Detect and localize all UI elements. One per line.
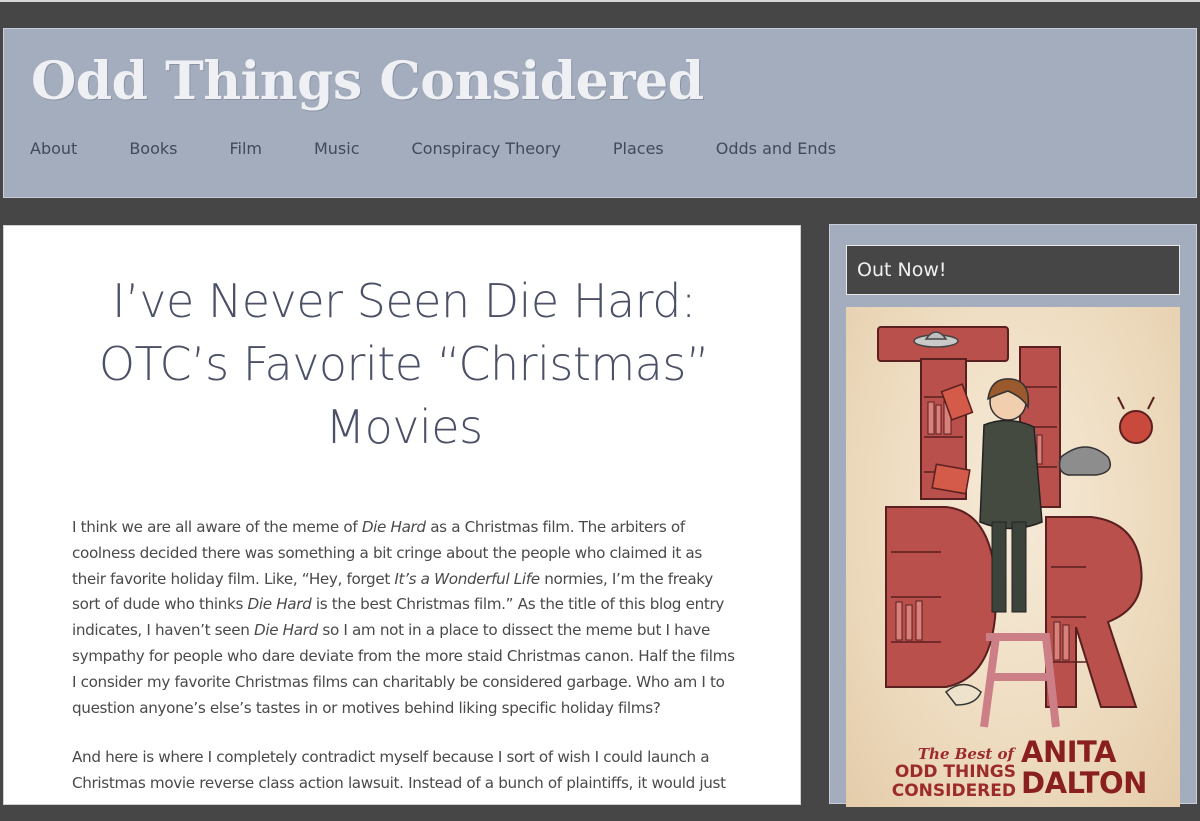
nav-odds-and-ends[interactable]: Odds and Ends [716, 139, 836, 158]
book-subtitle: The Best of [917, 745, 1014, 763]
italic-title: It’s a Wonderful Life [394, 569, 540, 588]
book-author: ANITA DALTON [1021, 735, 1147, 800]
top-border [0, 0, 1200, 2]
post-paragraph: And here is where I completely contradic… [72, 745, 736, 797]
nav-music[interactable]: Music [314, 139, 360, 158]
italic-title: Die Hard [247, 595, 312, 614]
text-segment: I think we are all aware of the meme of [72, 518, 362, 536]
nav-conspiracy-theory[interactable]: Conspiracy Theory [412, 139, 561, 158]
text-segment: And here is where I completely contradic… [72, 748, 726, 793]
italic-title: Die Hard [254, 621, 318, 640]
site-title[interactable]: Odd Things Considered [31, 51, 704, 112]
widget-title: Out Now! [846, 245, 1180, 295]
book-cover-illustration [877, 326, 1155, 728]
post-body: I think we are all aware of the meme of … [72, 515, 736, 821]
nav-about[interactable]: About [30, 139, 77, 158]
site-header: Odd Things Considered About Books Film M… [3, 28, 1197, 198]
italic-title: Die Hard [361, 518, 426, 536]
post-article: I’ve Never Seen Die Hard: OTC’s Favorite… [3, 225, 801, 805]
nav-books[interactable]: Books [129, 139, 177, 158]
sidebar: Out Now! The Best of ODD THINGS CONSIDER… [829, 224, 1197, 807]
nav-places[interactable]: Places [613, 139, 664, 158]
nav-film[interactable]: Film [229, 139, 262, 158]
book-title: ODD THINGS CONSIDERED [891, 762, 1016, 801]
main-nav: About Books Film Music Conspiracy Theory… [30, 139, 888, 158]
book-cover-image[interactable]: The Best of ODD THINGS CONSIDERED ANITA … [846, 307, 1180, 807]
post-title: I’ve Never Seen Die Hard: OTC’s Favorite… [98, 274, 710, 454]
post-paragraph: I think we are all aware of the meme of … [72, 515, 736, 721]
